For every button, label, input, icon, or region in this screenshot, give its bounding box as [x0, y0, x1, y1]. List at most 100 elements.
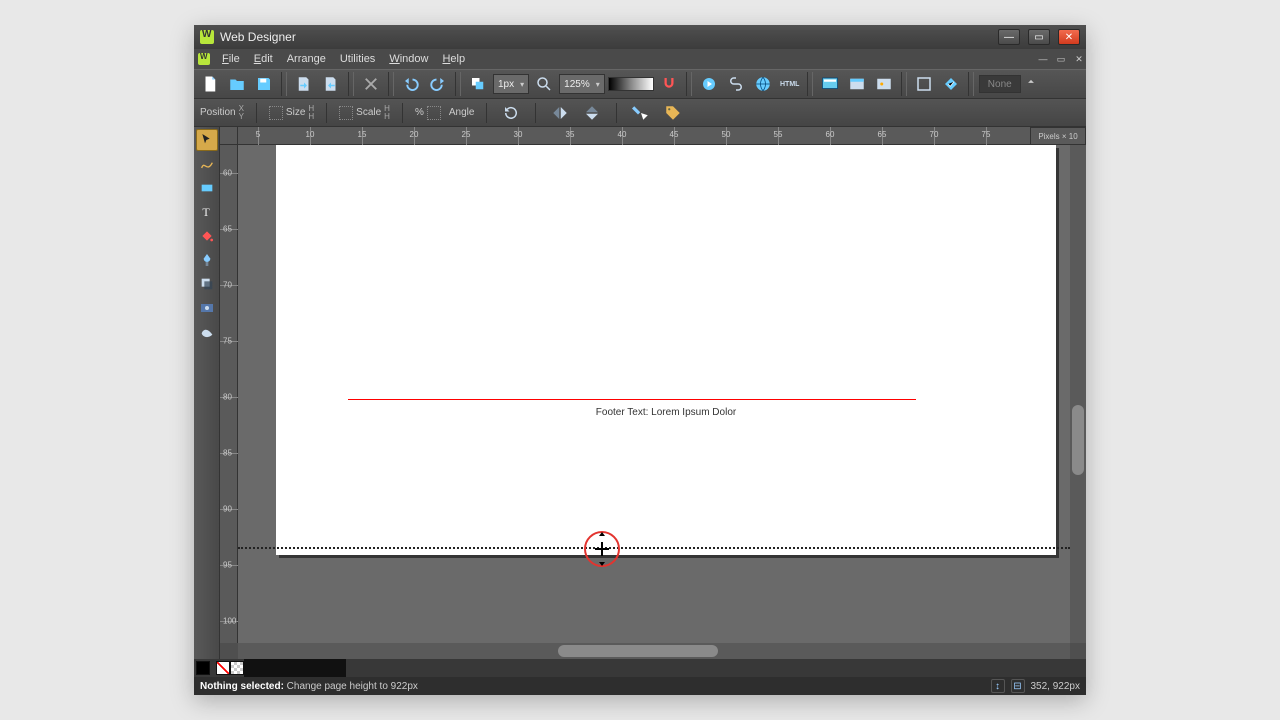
- hscroll-thumb[interactable]: [558, 645, 718, 657]
- size-label: Size: [286, 107, 305, 118]
- position-group: Position XY: [200, 105, 244, 121]
- viewport[interactable]: Footer Text: Lorem Ipsum Dolor: [238, 145, 1070, 643]
- scale-label: Scale: [356, 107, 381, 118]
- export-button[interactable]: [319, 72, 343, 96]
- tag-button[interactable]: [661, 101, 685, 125]
- new-button[interactable]: [198, 72, 222, 96]
- minimize-button[interactable]: —: [998, 29, 1020, 45]
- property-bar: Position XY Size HH Scale HH % Angle: [194, 99, 1086, 127]
- layers-button[interactable]: [818, 72, 842, 96]
- menu-arrange[interactable]: Arrange: [281, 51, 332, 67]
- color-swatch[interactable]: [344, 658, 346, 677]
- menu-window[interactable]: Window: [383, 51, 434, 67]
- ruler-vertical[interactable]: 6065707580859095100: [220, 145, 238, 643]
- workarea: T 51015202530354045505560657075 Pixels ×…: [194, 127, 1086, 659]
- clone-button[interactable]: [466, 72, 490, 96]
- menu-utilities[interactable]: Utilities: [334, 51, 381, 67]
- window-title: Web Designer: [220, 30, 296, 44]
- transparency-tool[interactable]: [196, 249, 218, 271]
- lock-aspect-icon[interactable]: [427, 106, 441, 120]
- html-button[interactable]: HTML: [778, 72, 802, 96]
- frame-gallery-button[interactable]: [912, 72, 936, 96]
- mdi-close-button[interactable]: ✕: [1072, 53, 1086, 65]
- page-resize-guide: [238, 547, 1070, 549]
- status-message: Nothing selected: Change page height to …: [200, 681, 418, 692]
- current-fill-swatch[interactable]: [196, 661, 210, 675]
- canvas-area: 51015202530354045505560657075 Pixels × 1…: [220, 127, 1086, 659]
- flip-h-button[interactable]: [548, 101, 572, 125]
- import-button[interactable]: [292, 72, 316, 96]
- ruler-units[interactable]: Pixels × 10: [1030, 127, 1086, 145]
- transparent-swatch[interactable]: [230, 661, 244, 675]
- name-gallery-button[interactable]: [939, 72, 963, 96]
- page-canvas[interactable]: Footer Text: Lorem Ipsum Dolor: [276, 145, 1056, 555]
- shape-tool[interactable]: [196, 321, 218, 343]
- app-logo-small-icon: [198, 53, 210, 65]
- vscroll-thumb[interactable]: [1072, 405, 1084, 475]
- preview-button[interactable]: [697, 72, 721, 96]
- zoom-combo[interactable]: 125% ▾: [559, 74, 605, 94]
- maximize-button[interactable]: ▭: [1028, 29, 1050, 45]
- ruler-horizontal[interactable]: 51015202530354045505560657075: [238, 127, 1070, 145]
- line-width-combo[interactable]: 1px ▾: [493, 74, 529, 94]
- photo-tool[interactable]: [196, 297, 218, 319]
- pad-icon: [269, 106, 283, 120]
- close-button[interactable]: ✕: [1058, 29, 1080, 45]
- save-button[interactable]: [252, 72, 276, 96]
- apply-names-button[interactable]: [629, 101, 653, 125]
- bitmap-gallery-button[interactable]: [872, 72, 896, 96]
- tool-palette: T: [194, 127, 220, 659]
- undo-button[interactable]: [399, 72, 423, 96]
- chevron-down-icon: ▾: [596, 80, 600, 89]
- freehand-tool[interactable]: [196, 153, 218, 175]
- redo-button[interactable]: [426, 72, 450, 96]
- link-button[interactable]: [724, 72, 748, 96]
- statusbar: Nothing selected: Change page height to …: [194, 677, 1086, 695]
- color-picker-toggle[interactable]: [1024, 72, 1038, 96]
- pad-icon: [339, 106, 353, 120]
- chevron-down-icon: ▾: [520, 80, 524, 89]
- mdi-minimize-button[interactable]: —: [1036, 53, 1050, 65]
- size-group: Size HH: [269, 105, 314, 121]
- text-tool[interactable]: T: [196, 201, 218, 223]
- cursor-coords: 352, 922px: [1031, 681, 1081, 692]
- angle-label: Angle: [449, 107, 475, 118]
- snap-button[interactable]: [657, 72, 681, 96]
- fill-tool[interactable]: [196, 225, 218, 247]
- main-toolbar: 1px ▾ 125% ▾ HTML None: [194, 69, 1086, 99]
- line-width-value: 1px: [498, 79, 514, 90]
- quality-slider[interactable]: [608, 77, 654, 91]
- shadow-tool[interactable]: [196, 273, 218, 295]
- app-logo-icon: [200, 30, 214, 44]
- menu-file[interactable]: FFileile: [216, 51, 246, 67]
- mdi-restore-button[interactable]: ▭: [1054, 53, 1068, 65]
- rectangle-tool[interactable]: [196, 177, 218, 199]
- open-button[interactable]: [225, 72, 249, 96]
- gallery-button[interactable]: [845, 72, 869, 96]
- color-line: [194, 659, 1086, 677]
- position-label: Position: [200, 107, 236, 118]
- app-window: Web Designer — ▭ ✕ FFileile Edit Arrange…: [194, 25, 1086, 695]
- zoom-tool-button[interactable]: [532, 72, 556, 96]
- no-color-swatch[interactable]: [216, 661, 230, 675]
- footer-text[interactable]: Footer Text: Lorem Ipsum Dolor: [276, 407, 1056, 418]
- color-none-box[interactable]: None: [979, 75, 1021, 93]
- ruler-origin[interactable]: [220, 127, 238, 145]
- web-export-button[interactable]: [751, 72, 775, 96]
- live-drag-icon[interactable]: ↕: [991, 679, 1005, 693]
- titlebar: Web Designer — ▭ ✕: [194, 25, 1086, 49]
- rotate-button[interactable]: [499, 101, 523, 125]
- delete-button[interactable]: [359, 72, 383, 96]
- horizontal-scrollbar[interactable]: [238, 643, 1070, 659]
- menu-edit[interactable]: Edit: [248, 51, 279, 67]
- snap-indicator-icon[interactable]: ⊟: [1011, 679, 1025, 693]
- selector-tool[interactable]: [196, 129, 218, 151]
- scale-group: Scale HH: [339, 105, 390, 121]
- menu-help[interactable]: Help: [436, 51, 471, 67]
- flip-v-button[interactable]: [580, 101, 604, 125]
- vertical-scrollbar[interactable]: [1070, 145, 1086, 643]
- angle-group: Angle: [449, 107, 475, 118]
- zoom-value: 125%: [564, 79, 590, 90]
- guide-line[interactable]: [348, 399, 916, 400]
- percent-group: %: [415, 106, 441, 120]
